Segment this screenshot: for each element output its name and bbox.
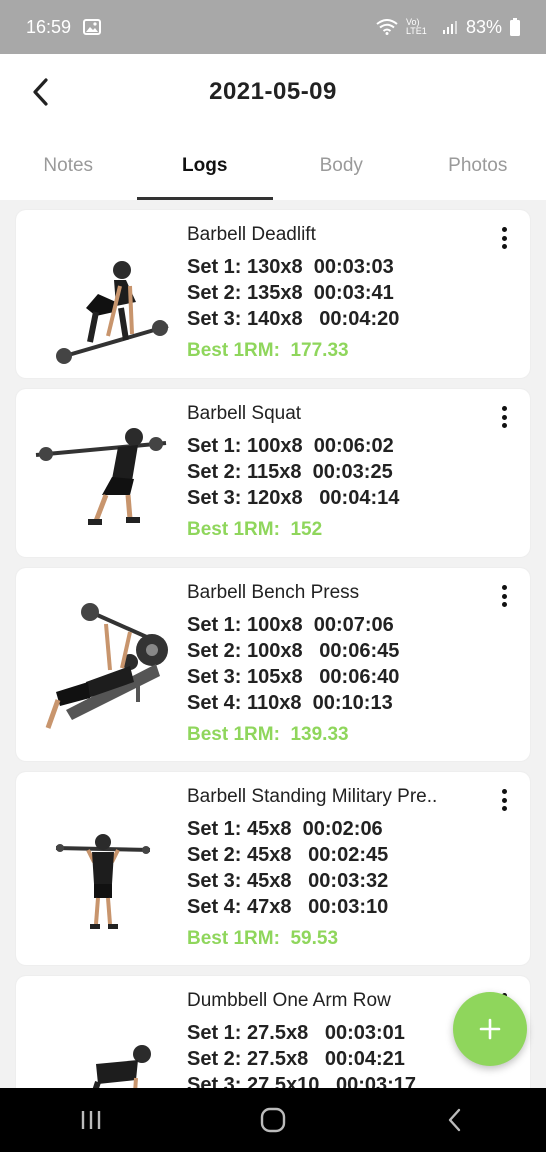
tab-bar: Notes Logs Body Photos <box>0 144 546 200</box>
best-1rm: Best 1RM: 139.33 <box>187 724 349 745</box>
set-list: Set 1: 130x8 00:03:03 Set 2: 135x8 00:03… <box>187 254 399 362</box>
gallery-icon <box>83 19 102 35</box>
header: 2021-05-09 Notes Logs Body Photos <box>0 54 546 200</box>
more-options-icon[interactable] <box>492 786 516 814</box>
more-options-icon[interactable] <box>492 403 516 431</box>
status-bar: 16:59 Vo) LTE1 83% <box>0 0 546 54</box>
back-icon <box>448 1108 461 1132</box>
tab-photos[interactable]: Photos <box>410 144 546 200</box>
set-row: Set 1: 27.5x8 00:03:01 <box>187 1022 405 1044</box>
tab-body[interactable]: Body <box>273 144 410 200</box>
tab-notes[interactable]: Notes <box>0 144 137 200</box>
recents-button[interactable] <box>61 1100 121 1140</box>
set-row: Set 2: 45x8 00:02:45 <box>187 844 389 866</box>
bench-press-figure-image <box>45 603 168 729</box>
set-list: Set 1: 100x8 00:06:02 Set 2: 115x8 00:03… <box>187 433 399 541</box>
best-1rm: Best 1RM: 152 <box>187 519 323 540</box>
status-time: 16:59 <box>26 16 72 37</box>
tab-logs[interactable]: Logs <box>136 144 274 200</box>
battery-percent: 83% <box>465 16 502 37</box>
page-title: 2021-05-09 <box>209 78 337 105</box>
set-row: Set 2: 100x8 00:06:45 <box>187 640 400 662</box>
more-options-icon[interactable] <box>492 224 516 252</box>
exercise-name: Barbell Squat <box>187 403 302 424</box>
system-back-button[interactable] <box>425 1100 485 1140</box>
set-row: Set 3: 27.5x10 00:03:17 <box>187 1074 417 1088</box>
set-row: Set 2: 27.5x8 00:04:21 <box>187 1048 405 1070</box>
exercise-list[interactable]: Barbell Deadlift Set 1: 130x8 00:03:03 S… <box>0 200 546 1088</box>
add-exercise-button[interactable] <box>453 992 527 1066</box>
exercise-name: Dumbbell One Arm Row <box>187 990 391 1011</box>
set-row: Set 1: 45x8 00:02:06 <box>187 818 383 840</box>
plus-icon <box>479 1018 501 1040</box>
set-row: Set 3: 105x8 00:06:40 <box>187 666 400 688</box>
set-row: Set 2: 135x8 00:03:41 <box>187 282 394 304</box>
set-row: Set 3: 45x8 00:03:32 <box>187 870 389 892</box>
set-row: Set 1: 100x8 00:07:06 <box>187 614 394 636</box>
exercise-card[interactable]: Barbell Standing Military Pre.. Set 1: 4… <box>16 772 530 965</box>
home-button[interactable] <box>243 1100 303 1140</box>
exercise-card[interactable]: Barbell Deadlift Set 1: 130x8 00:03:03 S… <box>16 210 530 378</box>
dumbbell-row-figure-image <box>92 1045 151 1088</box>
wifi-icon <box>376 19 398 35</box>
network-label: Vo) LTE1 <box>405 17 427 36</box>
military-press-figure-image <box>55 834 151 929</box>
exercise-card[interactable]: Barbell Squat Set 1: 100x8 00:06:02 Set … <box>16 389 530 557</box>
set-row: Set 2: 115x8 00:03:25 <box>187 461 393 483</box>
set-row: Set 1: 130x8 00:03:03 <box>187 256 394 278</box>
system-nav-bar <box>0 1088 546 1152</box>
recents-icon <box>81 1111 101 1129</box>
exercise-name: Barbell Deadlift <box>187 224 316 245</box>
signal-icon <box>442 19 458 35</box>
exercise-name: Barbell Bench Press <box>187 582 360 603</box>
set-list: Set 1: 100x8 00:07:06 Set 2: 100x8 00:06… <box>187 612 399 746</box>
best-1rm: Best 1RM: 59.53 <box>187 928 339 949</box>
deadlift-figure-image <box>56 261 169 364</box>
exercise-name: Barbell Standing Military Pre.. <box>187 786 438 807</box>
squat-figure-image <box>35 428 167 525</box>
set-row: Set 1: 100x8 00:06:02 <box>187 435 394 457</box>
home-icon <box>260 1107 286 1133</box>
best-1rm: Best 1RM: 177.33 <box>187 340 349 361</box>
set-row: Set 3: 140x8 00:04:20 <box>187 308 400 330</box>
set-row: Set 4: 110x8 00:10:13 <box>187 692 393 714</box>
more-options-icon[interactable] <box>492 582 516 610</box>
set-list: Set 1: 45x8 00:02:06 Set 2: 45x8 00:02:4… <box>187 816 388 950</box>
exercise-card[interactable]: Barbell Bench Press Set 1: 100x8 00:07:0… <box>16 568 530 761</box>
set-list: Set 1: 27.5x8 00:03:01 Set 2: 27.5x8 00:… <box>187 1020 416 1088</box>
set-row: Set 4: 47x8 00:03:10 <box>187 896 389 918</box>
battery-icon <box>510 18 520 36</box>
set-row: Set 3: 120x8 00:04:14 <box>187 487 400 509</box>
